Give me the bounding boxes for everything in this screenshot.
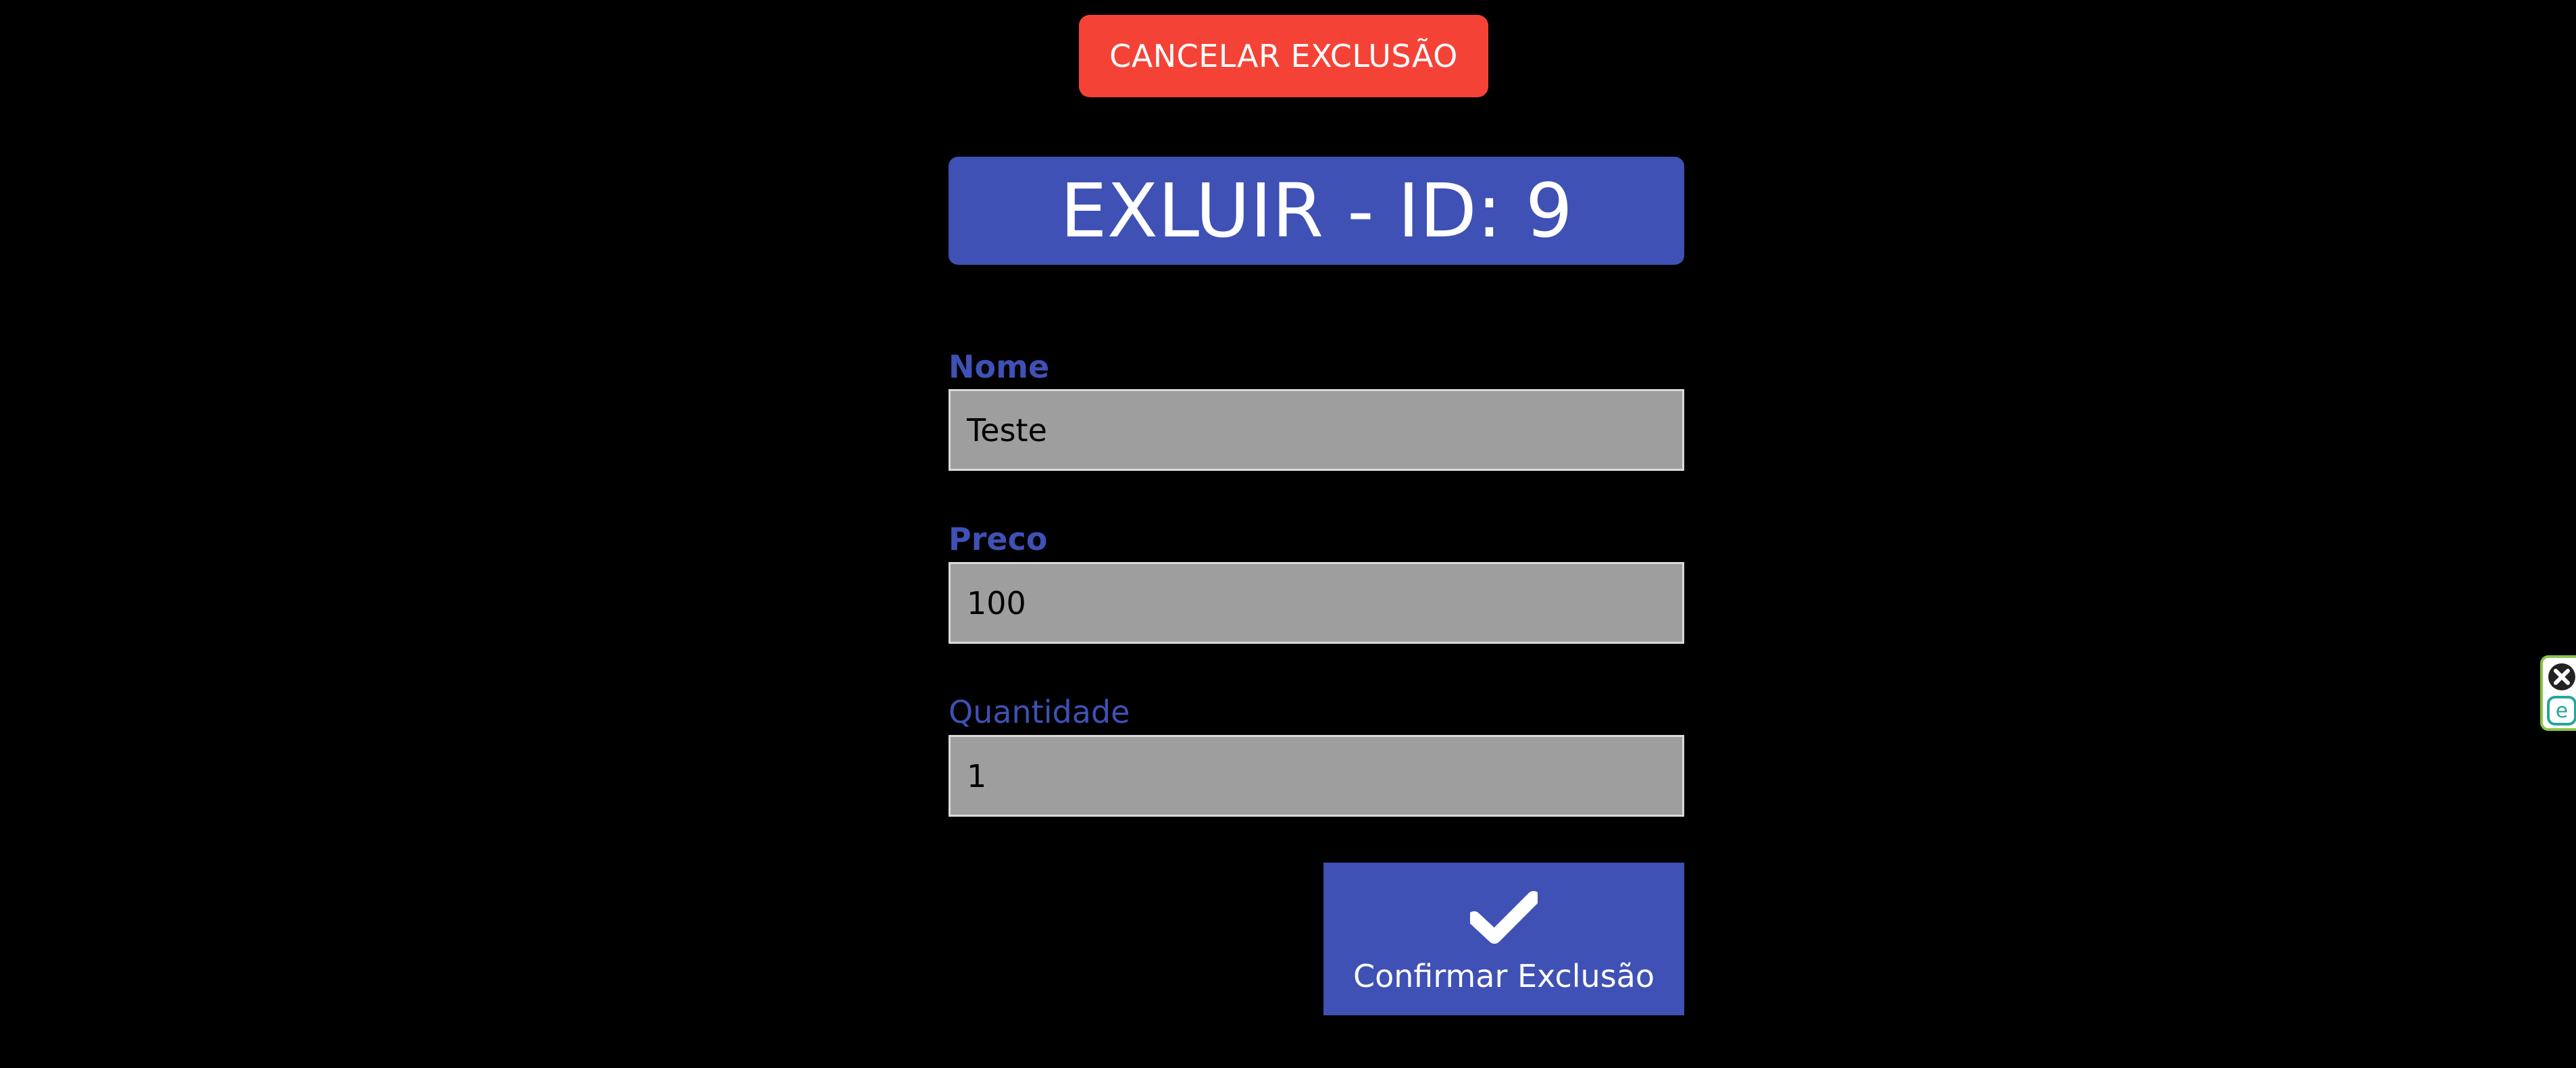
svg-text:e: e: [2556, 699, 2568, 723]
close-icon[interactable]: [2547, 662, 2576, 692]
page-title: EXLUIR - ID: 9: [949, 157, 1684, 265]
nome-input[interactable]: [949, 389, 1684, 471]
nome-label: Nome: [949, 349, 1050, 385]
extension-widget: e: [2540, 655, 2576, 731]
preco-input[interactable]: [949, 562, 1684, 644]
quantidade-label: Quantidade: [949, 694, 1130, 730]
confirm-delete-label: Confirmar Exclusão: [1353, 958, 1655, 994]
preco-label: Preco: [949, 521, 1048, 557]
check-icon: [1470, 891, 1538, 944]
e-icon[interactable]: e: [2547, 696, 2576, 726]
page: CANCELAR EXCLUSÃO EXLUIR - ID: 9 Nome Pr…: [0, 0, 2576, 1068]
cancel-delete-button[interactable]: CANCELAR EXCLUSÃO: [1079, 15, 1488, 97]
confirm-delete-button[interactable]: Confirmar Exclusão: [1323, 863, 1684, 1015]
quantidade-input[interactable]: [949, 735, 1684, 817]
